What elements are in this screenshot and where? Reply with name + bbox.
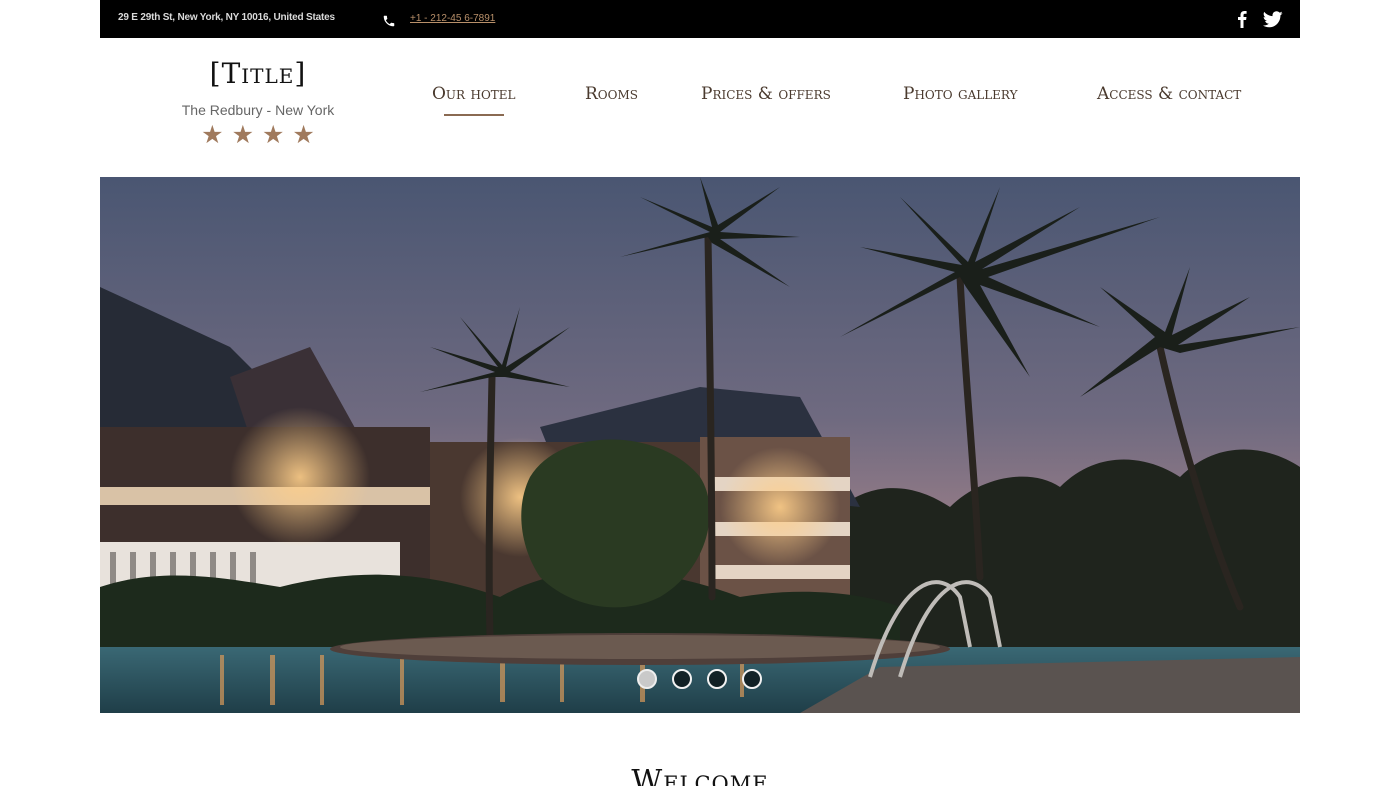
nav-access-contact[interactable]: Access & contact	[1097, 84, 1241, 110]
nav-prices-offers[interactable]: Prices & offers	[701, 84, 831, 110]
hero-slider[interactable]	[100, 177, 1300, 713]
star-rating: ★★★★	[201, 121, 323, 149]
nav-rooms[interactable]: Rooms	[585, 84, 638, 110]
nav-our-hotel[interactable]: Our hotel	[432, 84, 516, 116]
phone-link[interactable]: +1 - 212-45 6-7891	[410, 13, 495, 24]
slider-dot-3[interactable]	[707, 669, 727, 689]
slider-dot-4[interactable]	[742, 669, 762, 689]
slider-dot-1[interactable]	[637, 669, 657, 689]
hero-image	[100, 177, 1300, 713]
site-logo[interactable]: [Title] The Redbury - New York ★★★★	[158, 56, 358, 148]
twitter-icon[interactable]	[1263, 11, 1283, 28]
nav-photo-gallery[interactable]: Photo gallery	[903, 84, 1018, 110]
top-info-bar: 29 E 29th St, New York, NY 10016, United…	[100, 0, 1300, 38]
facebook-icon[interactable]	[1234, 10, 1250, 28]
welcome-heading: Welcome	[631, 764, 769, 786]
hotel-address: 29 E 29th St, New York, NY 10016, United…	[118, 12, 335, 23]
site-subtitle: The Redbury - New York	[181, 102, 335, 118]
phone-icon	[383, 15, 395, 27]
slider-dot-2[interactable]	[672, 669, 692, 689]
site-title: [Title]	[209, 57, 307, 90]
